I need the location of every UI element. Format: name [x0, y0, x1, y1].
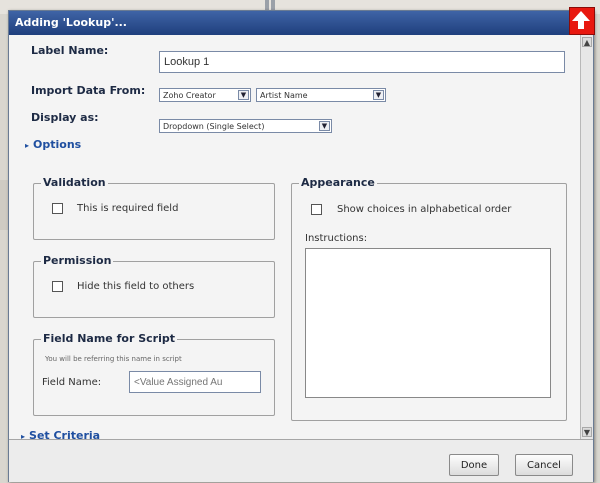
script-note: You will be referring this name in scrip…: [45, 355, 182, 363]
required-field-checkbox[interactable]: [52, 203, 63, 214]
import-data-label: Import Data From:: [31, 84, 146, 97]
options-link-label: Options: [33, 138, 82, 151]
dialog-title: Adding 'Lookup'...: [15, 16, 127, 29]
hide-field-checkbox[interactable]: [52, 281, 63, 292]
permission-legend: Permission: [41, 254, 114, 267]
scroll-up-icon[interactable]: ▲: [582, 37, 592, 47]
scroll-down-icon[interactable]: ▼: [582, 427, 592, 437]
dialog-footer: Done Cancel: [9, 439, 593, 482]
import-source-value: Zoho Creator: [163, 91, 216, 100]
field-name-script-legend: Field Name for Script: [41, 332, 177, 345]
alphabetical-order-checkbox[interactable]: [311, 204, 322, 215]
validation-legend: Validation: [41, 176, 108, 189]
hide-field-label: Hide this field to others: [77, 281, 195, 292]
chevron-down-icon: ▼: [373, 90, 384, 100]
instructions-textarea[interactable]: [305, 248, 551, 398]
cancel-button[interactable]: Cancel: [515, 454, 573, 476]
display-as-label: Display as:: [31, 111, 99, 124]
expand-arrow-icon: ▸: [25, 141, 30, 150]
display-as-value: Dropdown (Single Select): [163, 122, 265, 131]
field-name-label: Field Name:: [42, 377, 102, 388]
field-name-input[interactable]: [129, 371, 261, 393]
chevron-down-icon: ▼: [238, 90, 249, 100]
options-link[interactable]: ▸ Options: [25, 138, 81, 151]
display-as-select[interactable]: Dropdown (Single Select) ▼: [159, 119, 332, 133]
required-field-label: This is required field: [77, 203, 179, 214]
scroll-top-button[interactable]: [569, 7, 595, 35]
alphabetical-order-label: Show choices in alphabetical order: [337, 204, 512, 215]
import-field-select[interactable]: Artist Name ▼: [256, 88, 386, 102]
up-arrow-icon: [572, 11, 590, 29]
dialog-scrollbar[interactable]: ▲ ▼: [580, 35, 593, 439]
import-source-select[interactable]: Zoho Creator ▼: [159, 88, 251, 102]
instructions-label: Instructions:: [305, 233, 368, 244]
chevron-down-icon: ▼: [319, 121, 330, 131]
done-button[interactable]: Done: [449, 454, 499, 476]
label-name-input[interactable]: [159, 51, 565, 73]
lookup-dialog: Adding 'Lookup'... ▲ ▼ Label Name: Impor…: [8, 7, 595, 482]
dialog-titlebar[interactable]: Adding 'Lookup'...: [9, 11, 593, 35]
label-name-label: Label Name:: [31, 44, 109, 57]
appearance-legend: Appearance: [299, 176, 377, 189]
import-field-value: Artist Name: [260, 91, 308, 100]
